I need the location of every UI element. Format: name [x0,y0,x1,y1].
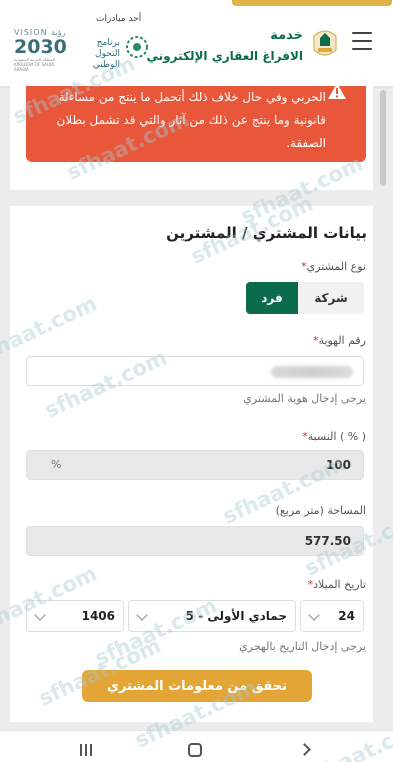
dob-day-select[interactable]: 24 [300,600,364,632]
area-value: 577.50 [304,534,351,548]
warning-text: الحربي وفي حال خلاف ذلك أتحمل ما ينتج من… [56,90,326,150]
area-input: 577.50 [26,526,364,556]
chevron-down-icon [34,609,46,621]
ntp-label: برنامج التحول الوطني [92,38,120,70]
percent-value: 100 [325,458,351,472]
id-label-text: رقم الهوية [318,334,366,347]
dob-year-value: 1406 [81,609,115,623]
home-icon[interactable] [188,743,202,757]
initiatives-label: أحد مبادرات [96,14,142,24]
chevron-down-icon [308,609,320,621]
top-accent-line [232,0,392,6]
vision-subtext: المملكة العربية السعودية KINGDOM OF SAUD… [14,57,56,72]
scrollbar[interactable] [380,90,386,186]
dob-label: *تاريخ الميلاد [307,578,366,591]
ntp-logo-icon [126,36,148,58]
warning-banner: الحربي وفي حال خلاف ذلك أتحمل ما ينتج من… [26,86,366,162]
buyer-type-label-text: نوع المشتري [306,260,366,273]
chevron-down-icon [136,609,148,621]
back-icon[interactable] [298,743,311,756]
id-helper-text: يرجى إدخال هوية المشتري [243,392,366,405]
buyer-type-label: *نوع المشتري [301,260,366,273]
vision-2030-logo: VISION رؤية 2030 المملكة العربية السعودي… [14,28,70,72]
dob-month-select[interactable]: 5 - جمادي الأولى [128,600,296,632]
dob-label-text: تاريخ الميلاد [313,578,366,591]
saudi-emblem-icon [313,30,337,56]
buyer-type-individual-option[interactable]: فرد [246,282,298,314]
vision-year: 2030 [14,36,67,58]
percent-input[interactable]: 100 % [26,450,364,480]
percent-label-text: النسبة ( % ) [307,430,366,443]
id-number-input[interactable] [26,356,364,386]
id-number-redacted [271,366,353,378]
section-title: بيانات المشتري / المشترين [166,224,367,242]
service-title: خدمة الافراغ العقاري الإلكتروني [147,26,303,66]
recents-icon[interactable] [80,744,92,756]
warning-triangle-icon [328,83,346,99]
service-title-line1: خدمة [270,28,303,43]
area-label: المساحة (متر مربع) [275,504,366,517]
hamburger-menu-icon[interactable] [352,32,372,50]
buyer-type-company-option[interactable]: شركة [298,282,364,314]
service-title-line2: الافراغ العقاري الإلكتروني [146,49,303,63]
dob-month-value: 5 - جمادي الأولى [185,609,287,623]
app-header: خدمة الافراغ العقاري الإلكتروني أحد مباد… [0,0,393,86]
id-label: *رقم الهوية [312,334,366,347]
dob-helper-text: يرجى إدخال التاريخ بالهجري [239,640,366,653]
dob-day-value: 24 [338,609,355,623]
percent-label: *النسبة ( % ) [302,430,366,443]
percent-unit: % [51,458,62,471]
system-nav-bar [0,730,393,762]
verify-buyer-button[interactable]: تحقق من معلومات المشتري [82,670,312,702]
dob-year-select[interactable]: 1406 [26,600,124,632]
